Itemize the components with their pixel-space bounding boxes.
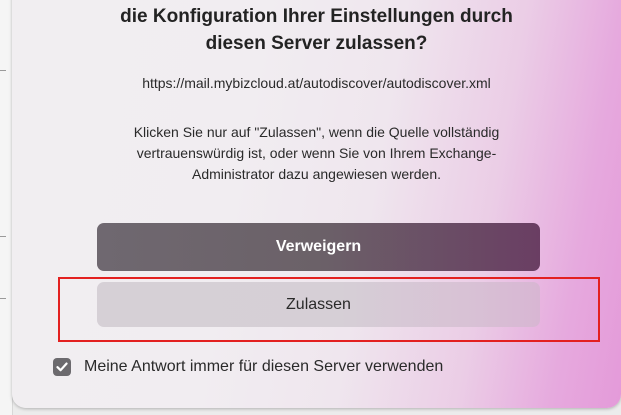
background-divider — [0, 236, 6, 237]
dialog-message: Klicken Sie nur auf "Zulassen", wenn die… — [42, 122, 591, 185]
dialog-message-line: vertrauenswürdig ist, oder wenn Sie von … — [136, 145, 497, 161]
dialog-message-line: Administrator dazu angewiesen werden. — [191, 166, 442, 182]
remember-choice-checkbox[interactable] — [53, 358, 71, 376]
server-url: https://mail.mybizcloud.at/autodiscover/… — [142, 75, 491, 91]
autodiscover-dialog: die Konfiguration Ihrer Einstellungen du… — [12, 0, 621, 408]
dialog-message-line: Klicken Sie nur auf "Zulassen", wenn die… — [133, 124, 500, 140]
background-divider — [0, 70, 6, 71]
deny-button[interactable]: Verweigern — [97, 223, 540, 271]
checkmark-icon — [56, 362, 68, 372]
allow-button[interactable]: Zulassen — [97, 282, 540, 327]
remember-choice-label: Meine Antwort immer für diesen Server ve… — [84, 358, 444, 375]
dialog-title-line: diesen Server zulassen? — [205, 33, 428, 54]
dialog-title: die Konfiguration Ihrer Einstellungen du… — [12, 3, 621, 57]
background-divider — [0, 298, 6, 299]
remember-choice-row[interactable]: Meine Antwort immer für diesen Server ve… — [53, 356, 443, 378]
dialog-title-line: die Konfiguration Ihrer Einstellungen du… — [120, 6, 513, 27]
